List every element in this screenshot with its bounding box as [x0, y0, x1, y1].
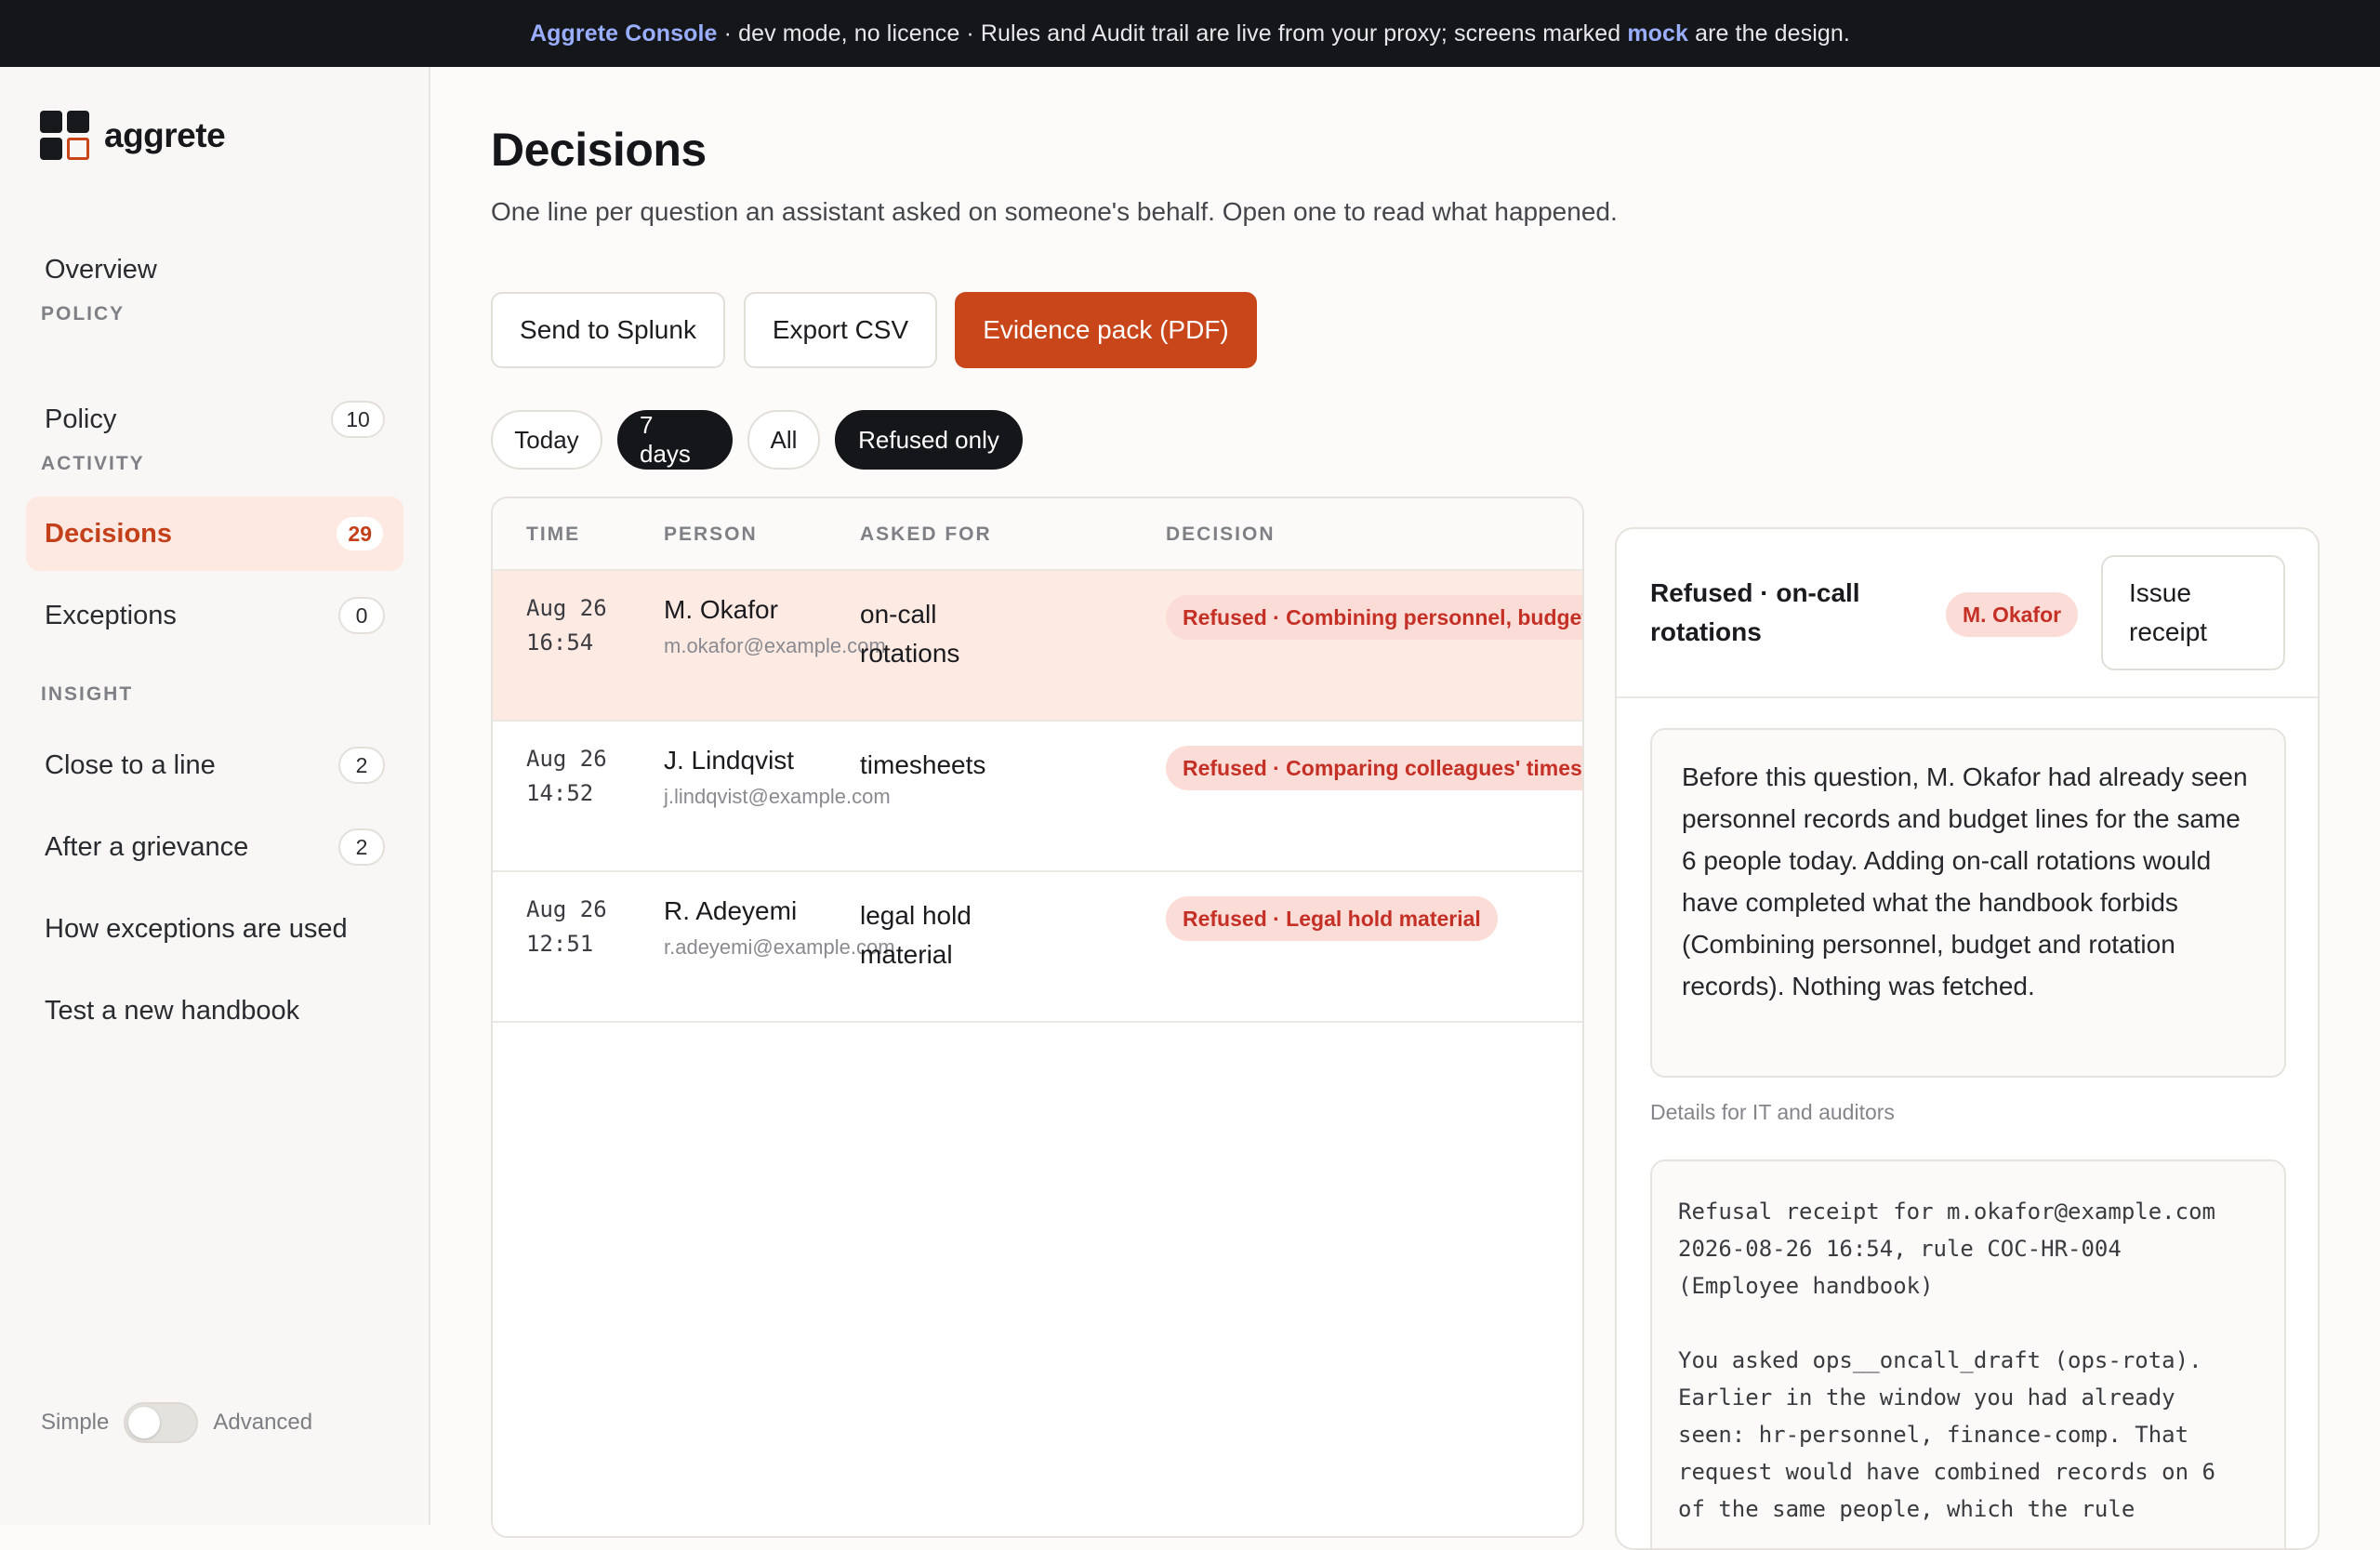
table-row[interactable]: Aug 26 14:52 J. Lindqvist j.lindqvist@ex… — [493, 722, 1582, 872]
sidebar-item-label: Close to a line — [45, 749, 216, 780]
sidebar-item-label: Exceptions — [45, 600, 177, 630]
row-time: Aug 26 14:52 — [526, 746, 607, 806]
sidebar-item-label: Decisions — [45, 518, 172, 549]
person-name: M. Okafor — [664, 595, 778, 624]
sidebar-item-decisions[interactable]: Decisions 29 — [26, 497, 403, 571]
table-row[interactable]: Aug 26 16:54 M. Okafor m.okafor@example.… — [493, 571, 1582, 722]
count-badge: 2 — [338, 747, 385, 784]
panel-title: Refused · on-call rotations — [1650, 578, 1860, 646]
decision-badge: Refused · Comparing colleagues' timesh — [1166, 746, 1582, 790]
count-badge: 2 — [338, 828, 385, 866]
row-decision: Refused · Legal hold material — [1166, 896, 1498, 941]
table-row[interactable]: Aug 26 12:51 R. Adeyemi r.adeyemi@exampl… — [493, 872, 1582, 1023]
logo-text: aggrete — [104, 115, 226, 154]
sidebar-item-test-a-new-handbook[interactable]: Test a new handbook — [26, 974, 403, 1048]
person-email: m.okafor@example.com — [664, 634, 886, 657]
top-banner: Aggrete Console · dev mode, no licence ·… — [0, 0, 2380, 67]
row-person: J. Lindqvist j.lindqvist@example.com — [664, 746, 891, 809]
issue-receipt-button[interactable]: Issue receipt — [2101, 555, 2285, 670]
row-decision: Refused · Combining personnel, budget — [1166, 595, 1582, 640]
column-header-person[interactable]: PERSON — [664, 523, 758, 546]
sidebar: aggrete Overview POLICY Policy 10 ACTIVI… — [0, 67, 430, 1525]
row-time: Aug 26 16:54 — [526, 595, 607, 656]
sidebar-item-label: Test a new handbook — [45, 995, 300, 1026]
sidebar-item-how-exceptions-are-used[interactable]: How exceptions are used — [26, 892, 403, 966]
column-header-decision[interactable]: DECISION — [1166, 523, 1276, 546]
logo-icon — [40, 111, 89, 160]
sidebar-item-overview[interactable]: Overview — [26, 232, 403, 307]
count-badge: 10 — [331, 401, 385, 438]
banner-mock-label: mock — [1627, 20, 1689, 46]
logo[interactable]: aggrete — [40, 111, 226, 160]
count-badge: 0 — [338, 597, 385, 634]
sidebar-item-label: After a grievance — [45, 831, 249, 862]
sidebar-item-after-a-grievance[interactable]: After a grievance 2 — [26, 810, 403, 884]
person-badge: M. Okafor — [1946, 592, 2079, 637]
details-label: Details for IT and auditors — [1650, 1100, 1895, 1124]
export-csv-button[interactable]: Export CSV — [744, 292, 937, 368]
sidebar-item-label: Policy — [45, 404, 117, 434]
section-label-insight: INSIGHT — [41, 683, 134, 705]
table-header: TIME PERSON ASKED FOR DECISION — [493, 498, 1582, 571]
panel-header: Refused · on-call rotations M. Okafor Is… — [1617, 529, 2318, 698]
row-asked-for: legal hold material — [860, 901, 972, 969]
sidebar-item-policy[interactable]: Policy 10 — [26, 382, 403, 457]
row-asked-for: timesheets — [860, 750, 986, 779]
row-time: Aug 26 12:51 — [526, 896, 607, 957]
row-asked-for: on-call rotations — [860, 600, 960, 668]
decision-badge: Refused · Combining personnel, budget — [1166, 595, 1582, 640]
banner-text: · dev mode, no licence · Rules and Audit… — [717, 20, 1628, 46]
refusal-receipt: Refusal receipt for m.okafor@example.com… — [1650, 1159, 2286, 1548]
mode-advanced-label: Advanced — [213, 1410, 313, 1435]
column-header-time[interactable]: TIME — [526, 523, 580, 546]
mode-switch[interactable] — [124, 1402, 199, 1443]
sidebar-item-label: Overview — [45, 254, 157, 285]
filter-refused-only[interactable]: Refused only — [835, 410, 1023, 470]
switch-knob — [128, 1407, 161, 1438]
count-badge: 29 — [335, 515, 385, 552]
evidence-pack-button[interactable]: Evidence pack (PDF) — [955, 292, 1257, 368]
section-label-policy: POLICY — [41, 303, 126, 325]
page-title: Decisions — [491, 124, 707, 176]
banner-brand: Aggrete Console — [530, 20, 718, 46]
mode-simple-label: Simple — [41, 1410, 110, 1435]
person-email: j.lindqvist@example.com — [664, 785, 891, 808]
filter-7-days[interactable]: 7 days — [617, 410, 733, 470]
decisions-table: TIME PERSON ASKED FOR DECISION Aug 26 16… — [491, 497, 1584, 1538]
decision-detail-panel: Refused · on-call rotations M. Okafor Is… — [1615, 527, 2320, 1550]
filter-all[interactable]: All — [747, 410, 820, 470]
decision-explanation: Before this question, M. Okafor had alre… — [1650, 728, 2286, 1078]
filter-today[interactable]: Today — [491, 410, 602, 470]
column-header-asked-for[interactable]: ASKED FOR — [860, 523, 992, 546]
section-label-activity: ACTIVITY — [41, 453, 145, 474]
person-name: J. Lindqvist — [664, 746, 795, 775]
sidebar-item-label: How exceptions are used — [45, 913, 348, 944]
sidebar-item-exceptions[interactable]: Exceptions 0 — [26, 578, 403, 653]
row-person: M. Okafor m.okafor@example.com — [664, 595, 886, 658]
send-to-splunk-button[interactable]: Send to Splunk — [491, 292, 725, 368]
mode-toggle: Simple Advanced — [41, 1402, 312, 1443]
decision-badge: Refused · Legal hold material — [1166, 896, 1498, 941]
sidebar-item-close-to-a-line[interactable]: Close to a line 2 — [26, 728, 403, 802]
page-subtitle: One line per question an assistant asked… — [491, 197, 1618, 226]
banner-text-end: are the design. — [1688, 20, 1850, 46]
row-decision: Refused · Comparing colleagues' timesh — [1166, 746, 1582, 790]
